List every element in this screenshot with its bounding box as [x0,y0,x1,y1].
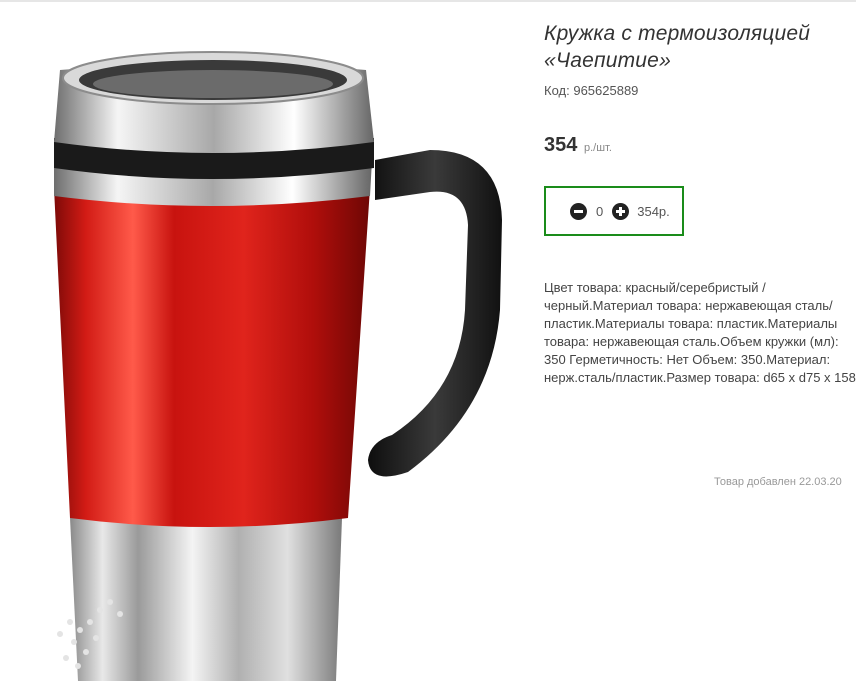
product-photo [30,10,520,681]
price-value: 354 [544,134,578,156]
cart-quantity: 0 [596,203,604,219]
product-code: Код: 965625889 [544,83,856,98]
product-title: Кружка с термоизоляцией «Чаепитие» [544,22,811,72]
code-value: 965625889 [573,83,639,98]
mug-handle [368,150,502,477]
top-divider [0,0,856,2]
product-description: Цвет товара: красный/серебристый /черный… [544,280,856,385]
product-page: Кружка с термоизоляцией «Чаепитие» Код: … [0,0,856,681]
code-label: Код: [544,83,570,98]
product-info: Кружка с термоизоляцией «Чаепитие» Код: … [544,20,856,387]
mug-illustration [54,51,502,681]
added-date: Товар добавлен 22.03.20 [714,476,842,488]
cart-quantity-box: 0 354р. [544,186,684,236]
mug-red-body [54,188,370,527]
plus-circle-icon[interactable] [612,202,630,220]
minus-circle-icon[interactable] [570,202,587,220]
mug-inner [93,70,333,98]
price: 354 р./шт. [544,134,856,157]
cart-sum: 354р. [637,203,670,219]
price-unit: р./шт. [584,142,612,154]
